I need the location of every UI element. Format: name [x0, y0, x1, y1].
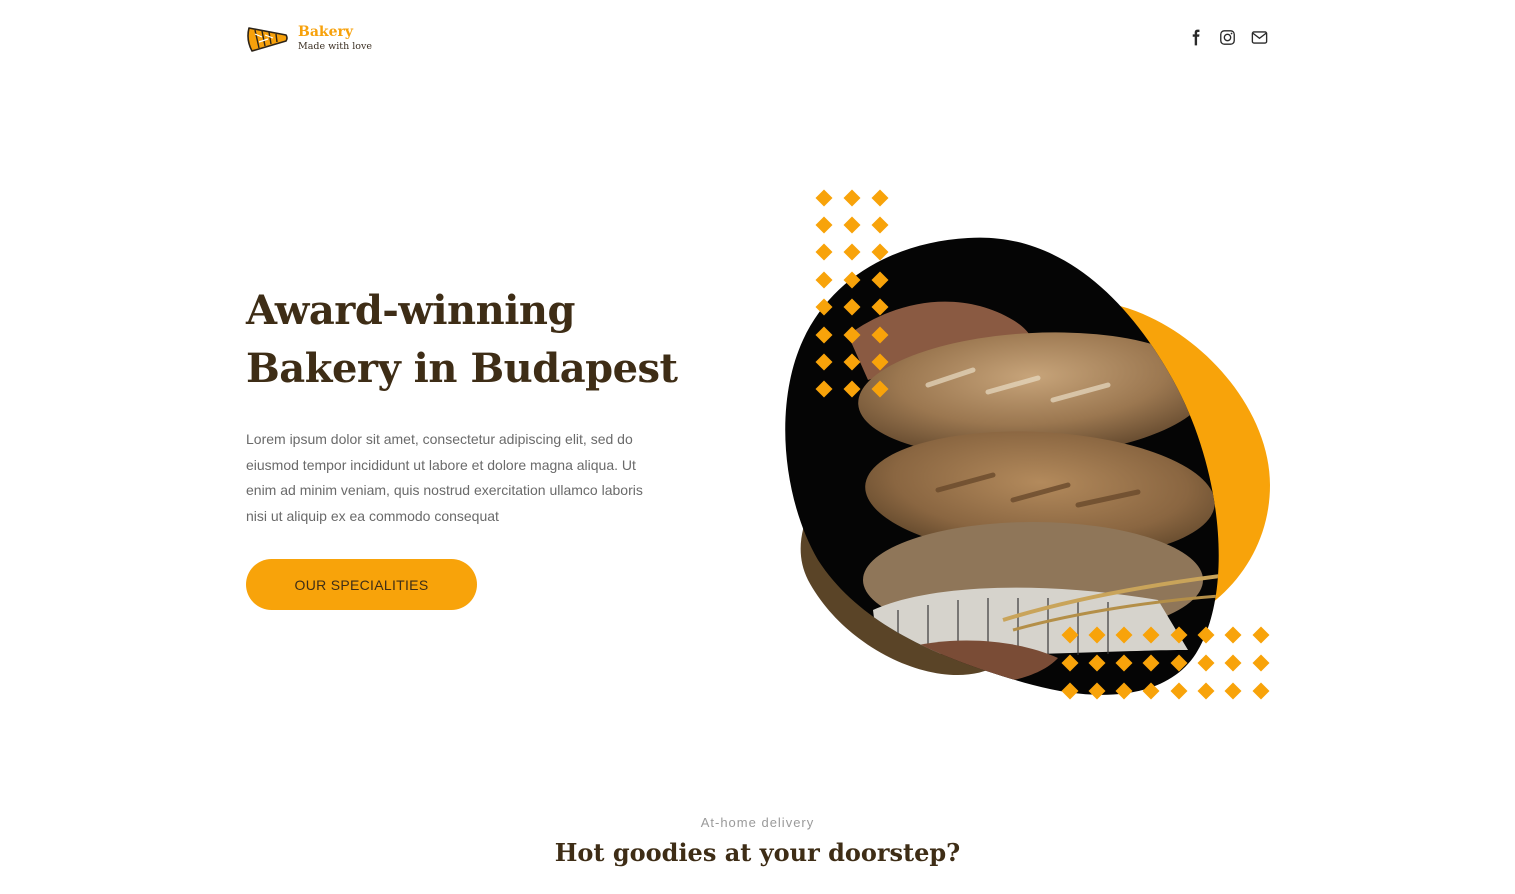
- facebook-icon[interactable]: [1186, 28, 1205, 47]
- hero-bread-image: [785, 189, 1270, 700]
- hero-title-line1: Award-winning: [246, 287, 575, 334]
- brand-name: Bakery: [298, 23, 354, 40]
- social-links: [1186, 28, 1269, 47]
- brand-logo[interactable]: Bakery Made with love: [246, 22, 372, 54]
- page: Bakery Made with love Award-winning Bake…: [0, 0, 1515, 894]
- delivery-title: Hot goodies at your doorstep?: [554, 838, 961, 867]
- hero-title: Award-winning Bakery in Budapest: [246, 282, 706, 398]
- brand-tagline: Made with love: [298, 40, 372, 52]
- delivery-eyebrow: At-home delivery: [700, 815, 815, 830]
- hero-description: Lorem ipsum dolor sit amet, consectetur …: [246, 431, 643, 524]
- instagram-icon[interactable]: [1218, 28, 1237, 47]
- croissant-icon: [247, 27, 288, 52]
- hero-title-line2: Bakery in Budapest: [246, 345, 678, 392]
- our-specialities-button[interactable]: OUR SPECIALITIES: [246, 559, 477, 610]
- mail-icon[interactable]: [1250, 28, 1269, 47]
